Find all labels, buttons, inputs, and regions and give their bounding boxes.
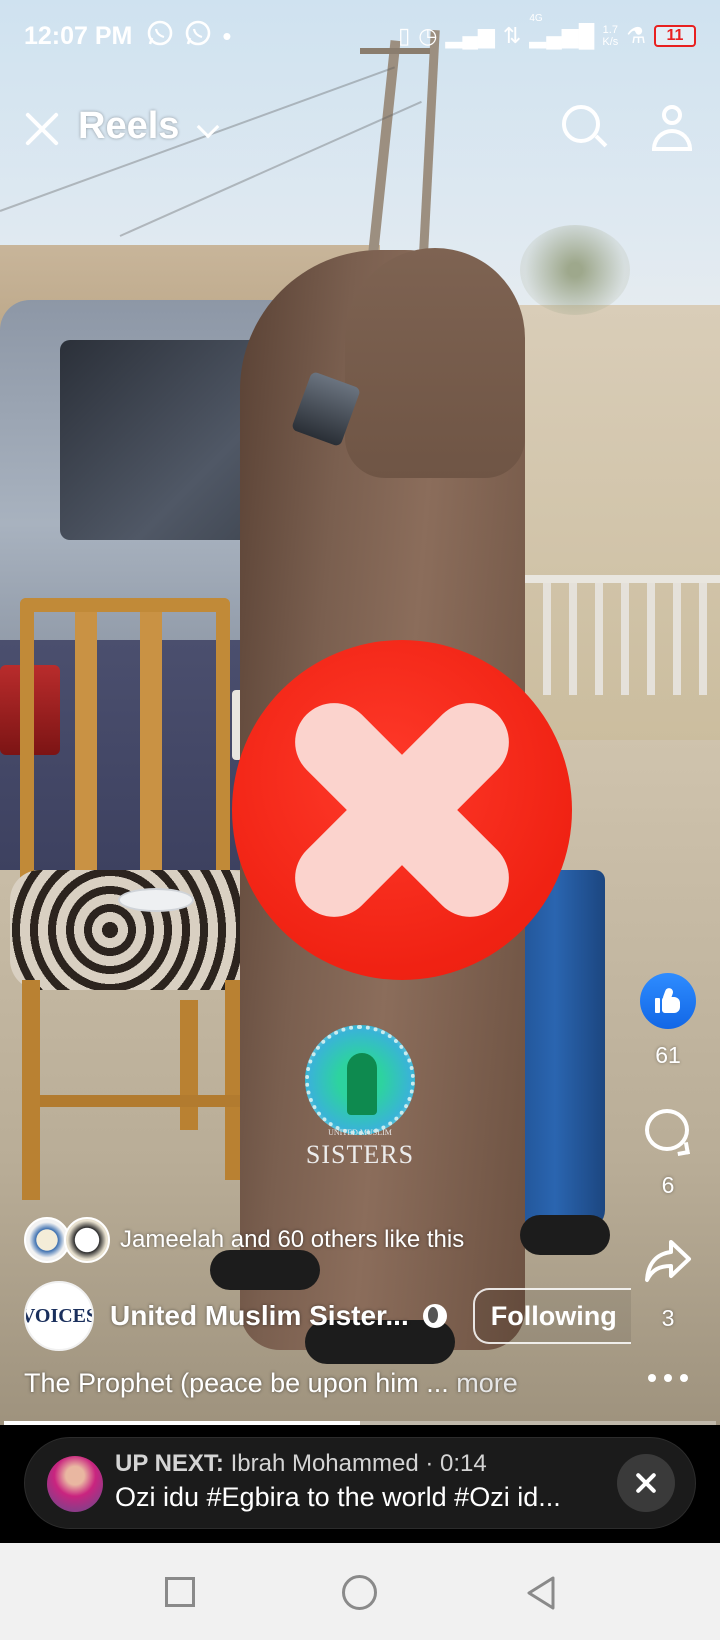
signal-icon: ▂▄▆ xyxy=(445,23,495,48)
chair-slat xyxy=(140,612,162,897)
thumb-cuff xyxy=(655,998,660,1013)
share-count: 3 xyxy=(661,1305,675,1331)
author-avatar[interactable]: VOICES xyxy=(24,1281,94,1351)
up-next-close-icon[interactable] xyxy=(617,1454,675,1512)
data-arrows-icon: ⇅ xyxy=(502,23,522,48)
likes-summary-text: Jameelah and 60 others like this xyxy=(120,1226,465,1253)
profile-icon[interactable] xyxy=(650,103,694,153)
up-next-title: Ozi idu #Egbira to the world #Ozi id... xyxy=(115,1482,561,1512)
up-next-card[interactable]: UP NEXT: Ibrah Mohammed · 0:14 Ozi idu #… xyxy=(24,1437,696,1529)
chair-rail xyxy=(40,1095,260,1107)
home-icon[interactable] xyxy=(342,1575,377,1610)
system-nav-bar xyxy=(0,1543,720,1640)
profile-head xyxy=(662,105,682,125)
battery-low-icon: 11 xyxy=(654,25,696,47)
comment-count: 6 xyxy=(661,1172,675,1198)
network-speed: 1.7 K/s xyxy=(602,24,618,48)
watermark-text: SISTERS xyxy=(305,1140,415,1169)
red-x-icon xyxy=(232,640,572,980)
up-next-duration: 0:14 xyxy=(440,1450,487,1477)
status-time: 12:07 PM xyxy=(24,21,133,50)
more-dot xyxy=(680,1374,688,1382)
following-button[interactable]: Following xyxy=(472,1288,631,1344)
up-next-label: UP NEXT: xyxy=(115,1450,224,1477)
chair-slat xyxy=(75,612,97,897)
liker-avatar xyxy=(64,1217,110,1263)
reels-title[interactable]: Reels xyxy=(78,105,179,148)
plate-on-chair xyxy=(118,888,194,912)
wooden-chair-back xyxy=(20,598,230,898)
search-handle xyxy=(594,134,608,148)
caption-more-link[interactable]: more xyxy=(456,1368,518,1398)
more-dot xyxy=(648,1374,656,1382)
likes-summary[interactable]: Jameelah and 60 others like this xyxy=(24,1215,464,1265)
up-next-thumbnail xyxy=(47,1456,103,1512)
close-icon[interactable] xyxy=(20,107,64,151)
globe-icon xyxy=(422,1304,447,1328)
author-row: VOICES United Muslim Sister... Following xyxy=(24,1280,631,1352)
share-button[interactable] xyxy=(643,1238,693,1284)
comment-tail xyxy=(676,1142,690,1156)
profile-base xyxy=(652,147,692,151)
like-count: 61 xyxy=(655,1042,681,1068)
comment-button[interactable] xyxy=(643,1107,693,1157)
up-next-header: UP NEXT: Ibrah Mohammed · 0:14 xyxy=(115,1450,487,1478)
like-button[interactable] xyxy=(640,973,696,1029)
chair-leg xyxy=(180,1000,198,1130)
chair-seat xyxy=(10,870,260,990)
more-options-button[interactable] xyxy=(648,1370,688,1386)
whatsapp-icon xyxy=(146,19,174,54)
caption-text: The Prophet (peace be upon him ... xyxy=(24,1368,449,1398)
up-next-author: Ibrah Mohammed xyxy=(230,1450,419,1477)
post-caption[interactable]: The Prophet (peace be upon him ... more xyxy=(24,1368,518,1399)
share-icon xyxy=(645,1240,691,1282)
thumbs-up-icon xyxy=(655,987,681,1014)
author-name[interactable]: United Muslim Sister... xyxy=(110,1300,409,1332)
status-bar: 12:07 PM • ▯ ◷ ▂▄▆ ⇅ ▂▄▆█ 4G 1.7 K/s ⚗ 11 xyxy=(0,0,720,72)
network-type: 4G xyxy=(529,13,543,24)
reels-header: Reels xyxy=(0,95,720,165)
up-next-separator: · xyxy=(425,1450,441,1477)
vibrate-icon: ▯ xyxy=(398,23,411,48)
alarm-icon: ◷ xyxy=(418,23,438,48)
thumb-palm xyxy=(662,997,680,1013)
watermark-small-text: UNITED MUSLIM xyxy=(328,1128,392,1137)
shoe xyxy=(520,1215,610,1255)
flask-icon: ⚗ xyxy=(626,23,646,48)
chair-leg xyxy=(22,980,40,1200)
search-icon[interactable] xyxy=(560,103,608,149)
author-avatar-text: VOICES xyxy=(24,1305,94,1327)
dot-icon: • xyxy=(222,20,232,51)
watermark-logo xyxy=(305,1025,415,1135)
recent-apps-icon[interactable] xyxy=(165,1577,195,1607)
signal-4g-icon: ▂▄▆█ 4G xyxy=(529,13,595,48)
robe-hood xyxy=(345,248,525,478)
chevron-down-icon[interactable] xyxy=(196,115,220,139)
background-tree xyxy=(520,225,630,315)
more-dot xyxy=(664,1374,672,1382)
network-speed-unit: K/s xyxy=(602,36,619,48)
whatsapp-icon xyxy=(184,19,212,54)
railing xyxy=(525,575,720,695)
status-right-icons: ▯ ◷ ▂▄▆ ⇅ ▂▄▆█ 4G 1.7 K/s ⚗ 11 xyxy=(398,13,696,49)
network-speed-value: 1.7 xyxy=(602,24,618,36)
up-next-area: UP NEXT: Ibrah Mohammed · 0:14 Ozi idu #… xyxy=(0,1425,720,1543)
